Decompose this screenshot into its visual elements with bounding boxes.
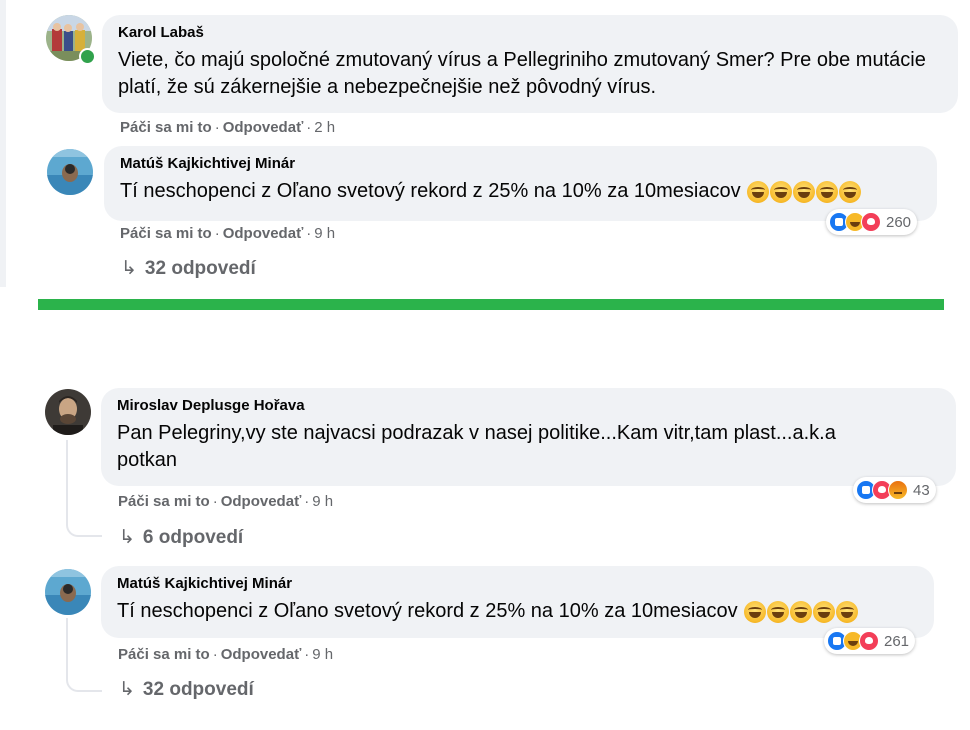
comment-bubble: Miroslav Deplusge Hořava Pan Pelegriny,v… (101, 388, 956, 486)
like-link[interactable]: Páči sa mi to (118, 493, 210, 510)
laughing-tears-emoji (766, 600, 789, 623)
laughing-tears-emoji (835, 600, 858, 623)
separator: · (304, 646, 310, 663)
angry-reaction-icon (888, 480, 908, 500)
reply-link[interactable]: Odpovedať (223, 225, 304, 242)
reply-arrow-icon: ↳ (119, 679, 135, 700)
comment-text-content: Tí neschopenci z Oľano svetový rekord z … (117, 600, 738, 622)
separator: · (214, 225, 220, 242)
screenshot-divider (38, 299, 944, 310)
avatar[interactable] (47, 149, 93, 195)
reply-arrow-icon: ↳ (121, 258, 137, 279)
reaction-count: 261 (884, 632, 910, 650)
view-replies-link[interactable]: ↳ 32 odpovedí (121, 257, 256, 280)
like-link[interactable]: Páči sa mi to (120, 225, 212, 242)
separator: · (306, 225, 312, 242)
separator: · (212, 493, 218, 510)
view-replies-link[interactable]: ↳ 32 odpovedí (119, 678, 254, 701)
comment-time[interactable]: 9 h (314, 225, 335, 242)
comment-author[interactable]: Matúš Kajkichtivej Minár (117, 574, 920, 594)
laughing-tears-emoji (746, 180, 769, 203)
laughing-tears-emoji (815, 180, 838, 203)
comment-text: Tí neschopenci z Oľano svetový rekord z … (120, 178, 923, 205)
laughing-tears-emoji (769, 180, 792, 203)
reply-link[interactable]: Odpovedať (221, 646, 302, 663)
comment-author[interactable]: Karol Labaš (118, 23, 944, 43)
reply-arrow-icon: ↳ (119, 527, 135, 548)
comment-actions: Páči sa mi to · Odpovedať · 9 h (120, 224, 335, 244)
comment-author[interactable]: Matúš Kajkichtivej Minár (120, 154, 923, 174)
emoji-row (743, 598, 859, 625)
separator: · (212, 646, 218, 663)
avatar[interactable] (45, 569, 91, 615)
comment-bubble: Matúš Kajkichtivej Minár Tí neschopenci … (101, 566, 934, 638)
reply-link[interactable]: Odpovedať (223, 119, 304, 136)
separator: · (214, 119, 220, 136)
comment-bubble: Matúš Kajkichtivej Minár Tí neschopenci … (104, 146, 937, 221)
laughing-tears-emoji (812, 600, 835, 623)
laughing-tears-emoji (838, 180, 861, 203)
comment-bubble: Karol Labaš Viete, čo majú spoločné zmut… (102, 15, 958, 113)
reaction-count: 260 (886, 213, 912, 231)
reactions-summary[interactable]: 43 (853, 477, 936, 503)
laughing-tears-emoji (789, 600, 812, 623)
comment-time[interactable]: 9 h (312, 646, 333, 663)
online-status-icon (79, 48, 96, 65)
like-link[interactable]: Páči sa mi to (118, 646, 210, 663)
comment-actions: Páči sa mi to · Odpovedať · 2 h (120, 118, 335, 138)
comment-text: Pan Pelegriny,vy ste najvacsi podrazak v… (117, 422, 836, 471)
love-reaction-icon (859, 631, 879, 651)
like-link[interactable]: Páči sa mi to (120, 119, 212, 136)
comment-actions: Páči sa mi to · Odpovedať · 9 h (118, 492, 333, 512)
replies-count: 32 odpovedí (144, 258, 256, 279)
thread-line (66, 440, 102, 537)
comment-text-content: Tí neschopenci z Oľano svetový rekord z … (120, 180, 741, 202)
view-replies-link[interactable]: ↳ 6 odpovedí (119, 526, 243, 549)
reaction-count: 43 (913, 481, 930, 499)
avatar[interactable] (45, 389, 91, 435)
replies-count: 32 odpovedí (142, 679, 254, 700)
comment-text: Viete, čo majú spoločné zmutovaný vírus … (118, 49, 926, 98)
replies-count: 6 odpovedí (142, 527, 244, 548)
laughing-tears-emoji (792, 180, 815, 203)
reply-link[interactable]: Odpovedať (221, 493, 302, 510)
emoji-row (746, 178, 862, 205)
laughing-tears-emoji (743, 600, 766, 623)
reactions-summary[interactable]: 261 (824, 628, 916, 654)
thread-line (66, 618, 102, 692)
comment-time[interactable]: 2 h (314, 119, 335, 136)
separator: · (306, 119, 312, 136)
comment-actions: Páči sa mi to · Odpovedať · 9 h (118, 645, 333, 665)
reactions-summary[interactable]: 260 (826, 209, 918, 235)
comment-text: Tí neschopenci z Oľano svetový rekord z … (117, 598, 920, 625)
love-reaction-icon (861, 212, 881, 232)
comment-author[interactable]: Miroslav Deplusge Hořava (117, 396, 942, 416)
comment-time[interactable]: 9 h (312, 493, 333, 510)
separator: · (304, 493, 310, 510)
